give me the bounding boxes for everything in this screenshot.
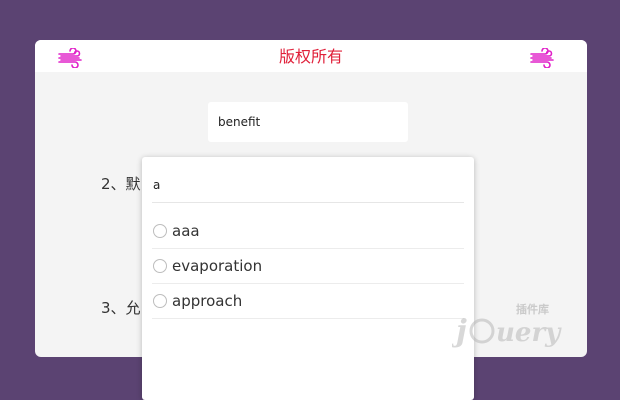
dropdown-option[interactable]: approach <box>152 284 464 319</box>
option-label: evaporation <box>172 257 263 275</box>
wind-icon[interactable] <box>529 48 555 68</box>
dropdown-filter-input[interactable]: a <box>152 171 464 203</box>
jquery-watermark-logo: j uery 插件库 <box>452 302 562 349</box>
svg-text:uery: uery <box>496 318 562 348</box>
page-title: 版权所有 <box>278 47 343 66</box>
dropdown-option[interactable]: evaporation <box>152 249 464 284</box>
row-label-3: 3、允 <box>101 299 141 317</box>
radio-icon[interactable] <box>153 224 167 238</box>
radio-icon[interactable] <box>153 259 167 273</box>
option-label: aaa <box>172 222 200 240</box>
option-label: approach <box>172 292 243 310</box>
dropdown-option[interactable]: aaa <box>152 214 464 249</box>
svg-text:j: j <box>452 314 467 349</box>
row-label-2: 2、默 <box>101 175 141 193</box>
search-input[interactable]: benefit <box>208 102 408 142</box>
dropdown-options-list: aaa evaporation approach <box>152 214 464 319</box>
radio-icon[interactable] <box>153 294 167 308</box>
svg-text:插件库: 插件库 <box>516 302 549 316</box>
autocomplete-dropdown: a aaa evaporation approach <box>142 157 474 400</box>
header-bar: 版权所有 <box>35 40 587 72</box>
